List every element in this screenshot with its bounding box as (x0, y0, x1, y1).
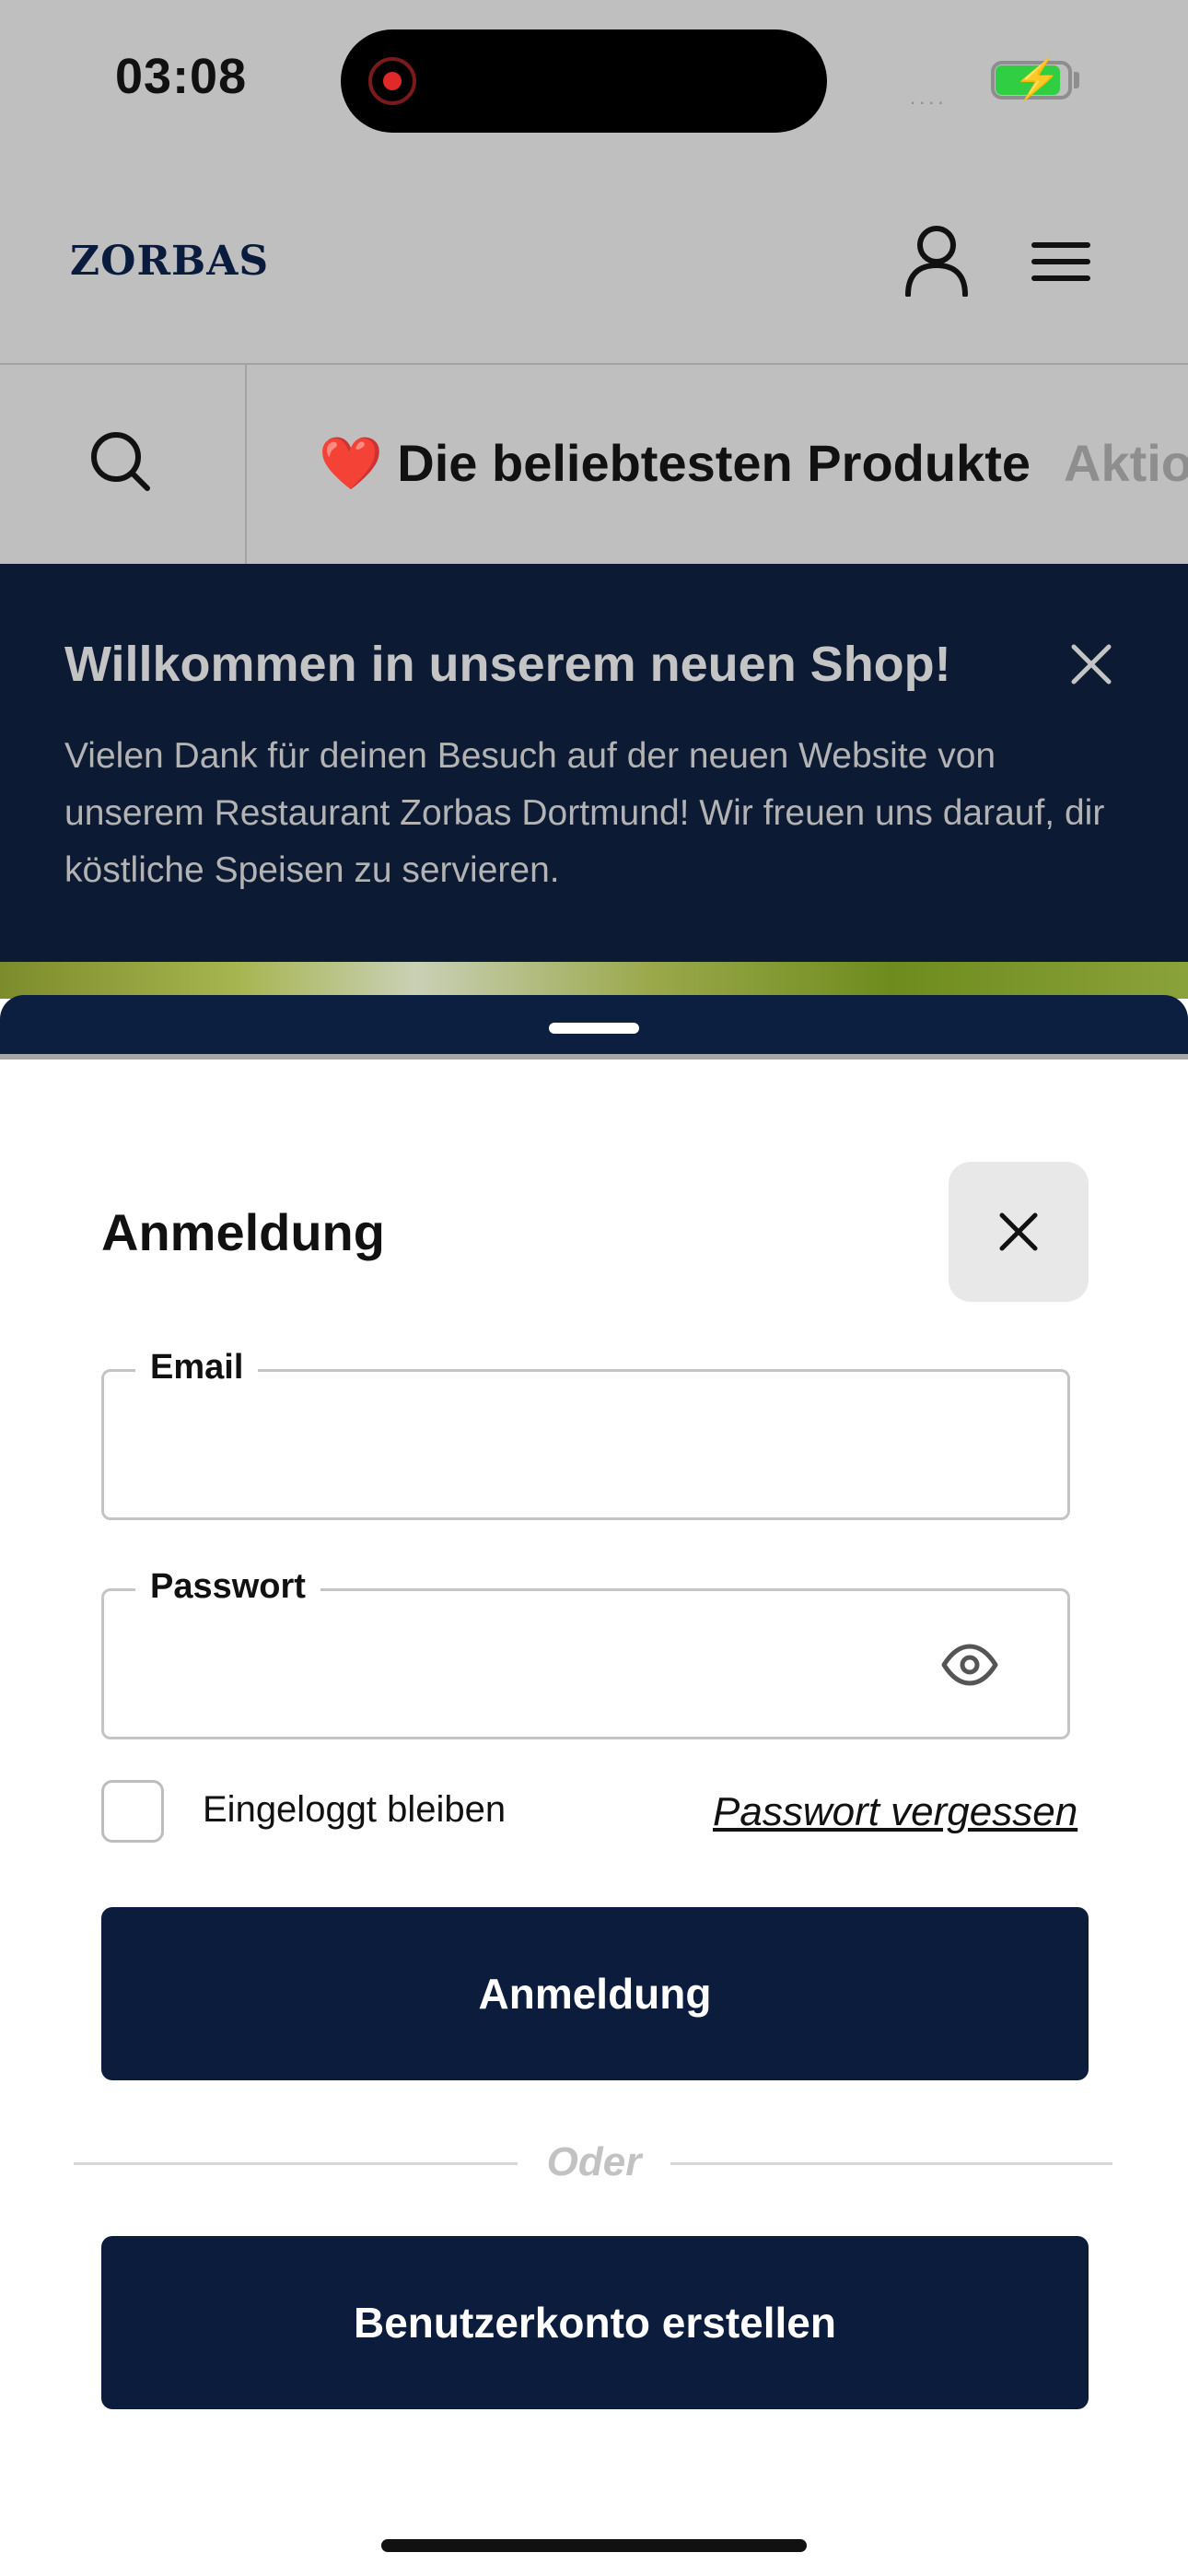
close-icon (999, 1212, 1038, 1251)
banner-text: Vielen Dank für deinen Besuch auf der ne… (64, 736, 1105, 890)
status-time: 03:08 (115, 49, 248, 104)
battery-cap (1074, 72, 1079, 88)
login-title: Anmeldung (101, 1203, 385, 1261)
sheet-grabber[interactable] (549, 1023, 639, 1034)
banner-title: Willkommen in unserem neuen Shop! (64, 637, 951, 692)
banner-close-icon[interactable] (1068, 641, 1114, 687)
site-logo[interactable]: ZORBAS (70, 238, 269, 285)
password-input[interactable] (141, 1637, 973, 1704)
nav-item-aktionen[interactable]: Aktio (1064, 433, 1188, 493)
login-button[interactable]: Anmeldung (101, 1907, 1089, 2080)
home-indicator[interactable] (381, 2539, 807, 2552)
email-field[interactable]: Email (101, 1344, 1070, 1520)
remember-me-checkbox[interactable] (101, 1780, 164, 1843)
menu-icon[interactable] (1031, 241, 1090, 282)
remember-me-label[interactable]: Eingeloggt bleiben (203, 1789, 506, 1831)
search-icon[interactable] (88, 429, 153, 494)
divider-left (74, 2162, 518, 2165)
or-label: Oder (546, 2139, 642, 2184)
password-field[interactable]: Passwort (101, 1563, 1070, 1739)
charging-bolt-icon: ⚡ (1013, 57, 1062, 100)
divider-right (670, 2162, 1112, 2165)
close-button[interactable] (949, 1162, 1089, 1302)
nav-item-popular[interactable]: ❤️ Die beliebtesten Produkte (319, 433, 1031, 494)
email-label: Email (135, 1344, 259, 1390)
hero-image (0, 962, 1188, 999)
email-input[interactable] (141, 1418, 973, 1484)
create-account-button[interactable]: Benutzerkonto erstellen (101, 2236, 1089, 2409)
user-icon[interactable] (904, 225, 969, 297)
show-password-icon[interactable] (940, 1635, 999, 1694)
password-label: Passwort (135, 1563, 320, 1610)
signal-icon: .... (910, 86, 948, 109)
forgot-password-link[interactable]: Passwort vergessen (713, 1789, 1077, 1835)
recording-indicator-icon (368, 57, 416, 105)
